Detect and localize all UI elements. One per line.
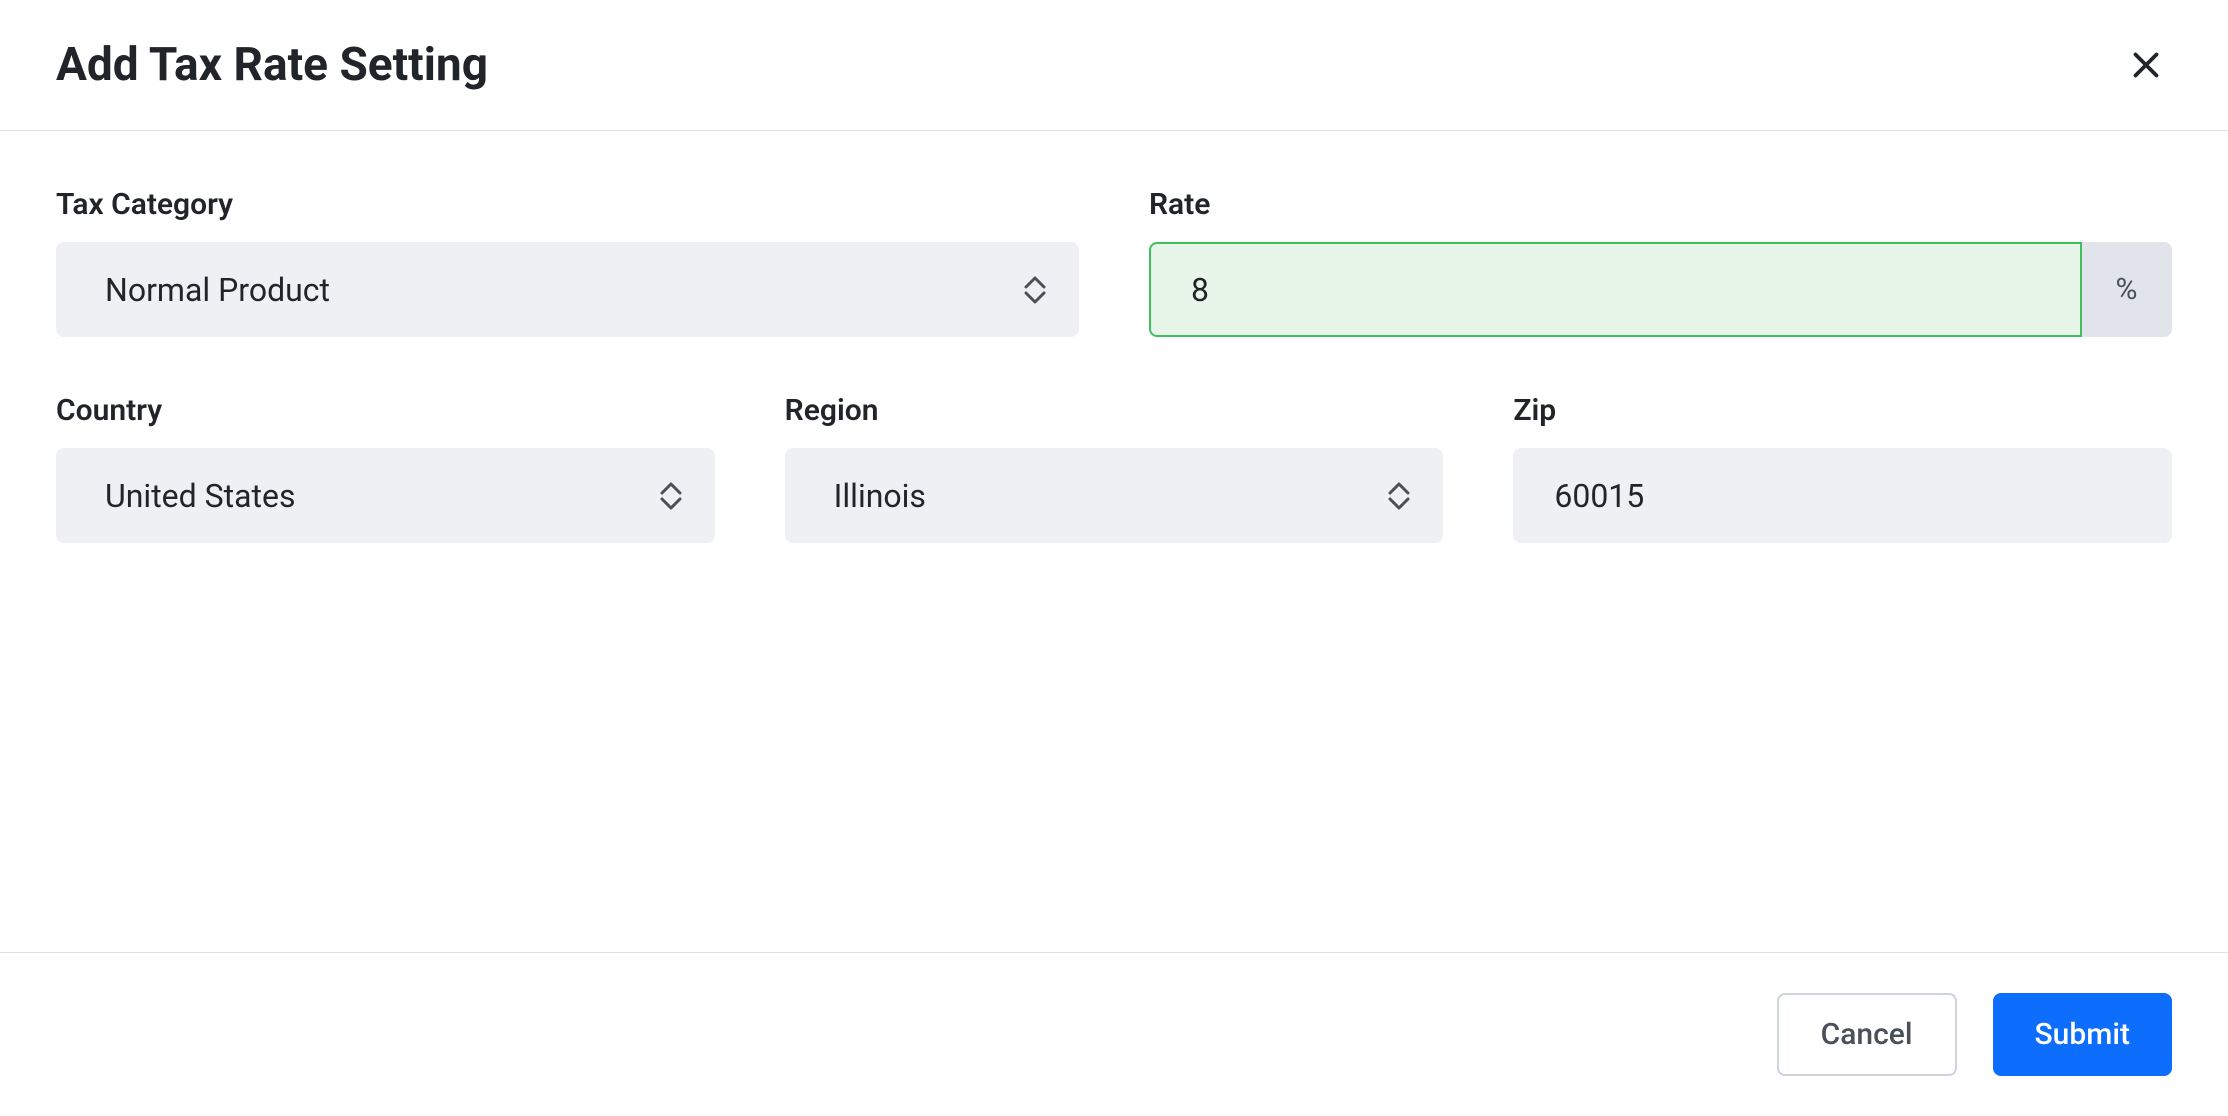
zip-group: Zip [1513, 393, 2172, 543]
rate-group: Rate % [1149, 187, 2172, 337]
region-value: Illinois [834, 477, 926, 515]
modal-header: Add Tax Rate Setting [0, 0, 2228, 131]
rate-input-group: % [1149, 242, 2172, 337]
modal-body: Tax Category Normal Product Rate % [0, 131, 2228, 952]
country-select[interactable]: United States [56, 448, 715, 543]
modal-footer: Cancel Submit [0, 952, 2228, 1116]
tax-category-select[interactable]: Normal Product [56, 242, 1079, 337]
close-button[interactable] [2120, 39, 2172, 91]
tax-category-group: Tax Category Normal Product [56, 187, 1079, 337]
close-icon [2128, 47, 2164, 83]
region-label: Region [785, 393, 1444, 428]
zip-label: Zip [1513, 393, 2172, 428]
country-group: Country United States [56, 393, 715, 543]
country-value: United States [105, 477, 295, 515]
submit-button[interactable]: Submit [1993, 993, 2172, 1076]
country-label: Country [56, 393, 715, 428]
form-row-1: Tax Category Normal Product Rate % [56, 187, 2172, 337]
rate-label: Rate [1149, 187, 2172, 222]
form-row-2: Country United States Region Illinois [56, 393, 2172, 543]
select-arrows-icon [1024, 276, 1046, 304]
region-group: Region Illinois [785, 393, 1444, 543]
zip-input[interactable] [1513, 448, 2172, 543]
tax-category-label: Tax Category [56, 187, 1079, 222]
modal-title: Add Tax Rate Setting [56, 38, 488, 92]
select-arrows-icon [1388, 482, 1410, 510]
tax-category-value: Normal Product [105, 271, 330, 309]
region-select[interactable]: Illinois [785, 448, 1444, 543]
rate-suffix: % [2082, 242, 2172, 337]
cancel-button[interactable]: Cancel [1777, 993, 1957, 1076]
rate-input[interactable] [1149, 242, 2082, 337]
select-arrows-icon [660, 482, 682, 510]
add-tax-rate-modal: Add Tax Rate Setting Tax Category Normal… [0, 0, 2228, 1116]
